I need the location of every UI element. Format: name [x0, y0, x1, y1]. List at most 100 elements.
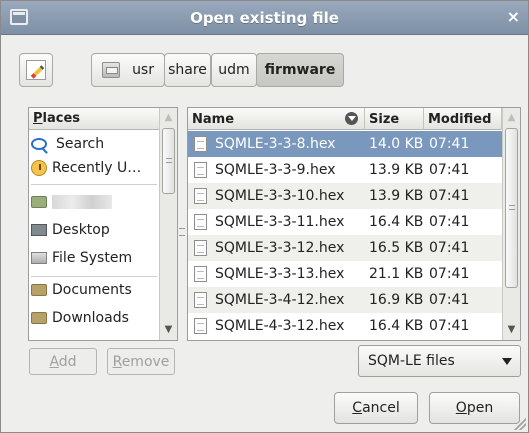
- edit-icon: [26, 60, 46, 80]
- cancel-button[interactable]: Cancel: [334, 392, 418, 424]
- path-segment-label: udm: [218, 62, 250, 78]
- column-size-label: Size: [369, 111, 400, 127]
- file-size: 13.9 KB: [369, 162, 424, 178]
- grip-icon: [509, 205, 515, 210]
- remove-bookmark-button[interactable]: Remove: [107, 348, 175, 375]
- file-modified: 07:41: [429, 292, 470, 308]
- file-size: 14.0 KB: [369, 136, 424, 152]
- table-row[interactable]: SQMLE-3-3-10.hex 13.9 KB 07:41: [188, 183, 502, 209]
- open-button[interactable]: Open: [429, 392, 520, 424]
- place-label: Downloads: [52, 310, 129, 326]
- file-size: 16.9 KB: [369, 292, 424, 308]
- path-segment-label: share: [168, 62, 207, 78]
- place-documents[interactable]: Documents: [31, 278, 159, 302]
- table-row[interactable]: SQMLE-3-4-12.hex 16.9 KB 07:41: [188, 287, 502, 313]
- place-recently-used[interactable]: Recently U…: [31, 156, 159, 180]
- place-desktop[interactable]: Desktop: [31, 218, 159, 242]
- place-label: Desktop: [52, 222, 110, 238]
- remove-button-label: Remove: [112, 353, 170, 370]
- table-row[interactable]: SQMLE-3-3-13.hex 21.1 KB 07:41: [188, 261, 502, 287]
- document-icon: [194, 162, 207, 178]
- place-search[interactable]: Search: [31, 132, 159, 156]
- file-modified: 07:41: [429, 214, 470, 230]
- open-button-label: Open: [455, 400, 494, 416]
- place-home[interactable]: [31, 190, 159, 214]
- folder-icon: [31, 284, 47, 296]
- document-icon: [194, 188, 207, 204]
- file-name: SQMLE-4-3-12.hex: [215, 318, 345, 334]
- filter-selected: SQM-LE files: [368, 353, 455, 369]
- places-scroll-thumb[interactable]: [162, 128, 175, 194]
- path-segment-label: usr: [132, 62, 154, 78]
- column-modified-label: Modified: [428, 111, 492, 127]
- table-row[interactable]: SQMLE-4-3-12.hex 16.4 KB 07:41: [188, 313, 502, 340]
- document-icon: [194, 292, 207, 308]
- place-label: Documents: [52, 282, 132, 298]
- folder-icon: [31, 312, 47, 324]
- file-size: 16.5 KB: [369, 240, 424, 256]
- file-modified: 07:41: [429, 318, 470, 334]
- scroll-down-icon[interactable]: ▼: [503, 322, 520, 338]
- pane-resize-handle[interactable]: [179, 228, 185, 236]
- resize-grip-icon[interactable]: [514, 418, 526, 430]
- document-icon: [194, 136, 207, 152]
- document-icon: [194, 240, 207, 256]
- file-size: 16.4 KB: [369, 318, 424, 334]
- column-name-label: Name: [192, 111, 235, 127]
- place-downloads[interactable]: Downloads: [31, 306, 159, 330]
- places-sidebar: Places Search Recently U… Desktop File S…: [28, 107, 178, 341]
- file-name: SQMLE-3-3-12.hex: [215, 240, 345, 256]
- desktop-icon: [31, 224, 47, 236]
- add-bookmark-button[interactable]: Add: [29, 348, 97, 375]
- column-name[interactable]: Name: [188, 108, 365, 130]
- file-modified: 07:41: [429, 136, 470, 152]
- column-modified[interactable]: Modified: [424, 108, 502, 130]
- file-size: 21.1 KB: [369, 266, 424, 282]
- sort-descending-icon: [345, 112, 358, 125]
- file-type-filter[interactable]: SQM-LE files: [358, 345, 521, 377]
- file-list-scroll-thumb[interactable]: [505, 128, 518, 288]
- add-button-label: Add: [49, 353, 77, 370]
- file-size: 16.4 KB: [369, 214, 424, 230]
- file-name: SQMLE-3-3-10.hex: [215, 188, 345, 204]
- table-row[interactable]: SQMLE-3-3-11.hex 16.4 KB 07:41: [188, 209, 502, 235]
- cancel-button-label: Cancel: [352, 400, 400, 416]
- places-header-label: Places: [33, 111, 81, 126]
- table-row[interactable]: SQMLE-3-3-12.hex 16.5 KB 07:41: [188, 235, 502, 261]
- places-header[interactable]: Places: [29, 108, 159, 130]
- table-row[interactable]: SQMLE-3-3-8.hex 14.0 KB 07:41: [188, 131, 502, 157]
- type-location-button[interactable]: [19, 53, 53, 87]
- file-name: SQMLE-3-3-9.hex: [215, 162, 336, 178]
- title-bar[interactable]: Open existing file ×: [1, 1, 528, 35]
- search-icon: [31, 138, 47, 150]
- places-scrollbar[interactable]: ▲ ▼: [159, 108, 177, 340]
- scroll-up-icon[interactable]: ▲: [160, 110, 177, 126]
- filesystem-icon: [102, 62, 120, 78]
- recent-icon: [31, 160, 47, 176]
- path-segment-udm[interactable]: udm: [211, 53, 257, 87]
- table-row[interactable]: SQMLE-3-3-9.hex 13.9 KB 07:41: [188, 157, 502, 183]
- file-list: Name Size Modified SQMLE-3-3-8.hex 14.0 …: [187, 107, 521, 341]
- path-segment-firmware[interactable]: firmware: [256, 53, 344, 87]
- document-icon: [194, 266, 207, 282]
- file-list-scrollbar[interactable]: ▲ ▼: [502, 108, 520, 340]
- close-icon[interactable]: ×: [507, 7, 520, 26]
- filesystem-icon: [31, 252, 47, 264]
- column-size[interactable]: Size: [365, 108, 424, 130]
- file-modified: 07:41: [429, 240, 470, 256]
- file-modified: 07:41: [429, 266, 470, 282]
- path-segment-usr[interactable]: usr: [91, 53, 165, 87]
- places-separator: [31, 276, 157, 277]
- file-name: SQMLE-3-3-11.hex: [215, 214, 345, 230]
- file-modified: 07:41: [429, 162, 470, 178]
- file-name: SQMLE-3-3-13.hex: [215, 266, 345, 282]
- path-segment-label: firmware: [264, 62, 336, 78]
- place-file-system[interactable]: File System: [31, 246, 159, 270]
- scroll-up-icon[interactable]: ▲: [503, 110, 520, 126]
- path-segment-share[interactable]: share: [164, 53, 211, 87]
- scroll-down-icon[interactable]: ▼: [160, 322, 177, 338]
- grip-icon: [166, 158, 172, 163]
- file-name: SQMLE-3-3-8.hex: [215, 136, 336, 152]
- place-label: Recently U…: [52, 160, 142, 176]
- document-icon: [194, 214, 207, 230]
